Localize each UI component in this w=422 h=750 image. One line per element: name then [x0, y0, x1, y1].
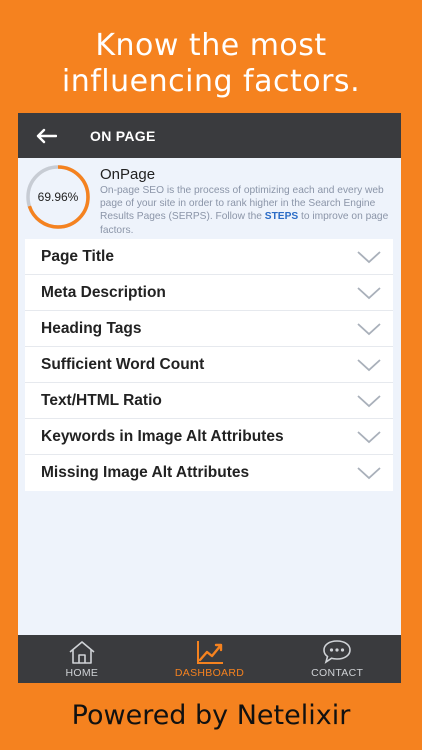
- factor-item-word-count[interactable]: Sufficient Word Count: [25, 347, 393, 383]
- app-screen: ON PAGE 69.96% OnPage On-page SEO is the…: [18, 113, 401, 683]
- factor-label: Sufficient Word Count: [41, 355, 205, 373]
- nav-item-home[interactable]: HOME: [18, 635, 146, 683]
- chart-trend-icon: [196, 641, 223, 664]
- page-title: ON PAGE: [90, 127, 156, 144]
- factor-item-text-html-ratio[interactable]: Text/HTML Ratio: [25, 383, 393, 419]
- bottom-nav: HOME DASHBOARD CONTACT: [18, 635, 401, 683]
- chevron-down-icon[interactable]: [357, 394, 381, 408]
- factor-label: Keywords in Image Alt Attributes: [41, 427, 284, 445]
- promo-title: Know the most influencing factors.: [0, 28, 422, 100]
- chevron-down-icon[interactable]: [357, 358, 381, 372]
- home-icon: [69, 641, 95, 664]
- factor-label: Page Title: [41, 247, 114, 265]
- app-bar: ON PAGE: [18, 113, 401, 158]
- factor-item-image-alt-keywords[interactable]: Keywords in Image Alt Attributes: [25, 419, 393, 455]
- arrow-left-icon[interactable]: [24, 113, 68, 158]
- factor-item-meta-description[interactable]: Meta Description: [25, 275, 393, 311]
- nav-label: DASHBOARD: [174, 667, 245, 679]
- factor-label: Text/HTML Ratio: [41, 391, 162, 409]
- nav-label: CONTACT: [311, 667, 364, 679]
- chevron-down-icon[interactable]: [357, 286, 381, 300]
- factor-label: Missing Image Alt Attributes: [41, 464, 250, 481]
- nav-label: HOME: [65, 667, 99, 679]
- score-value: 69.96%: [37, 190, 79, 204]
- promo-line-2: influencing factors.: [61, 64, 361, 99]
- factor-list: Page Title Meta Description Heading Tags…: [25, 239, 393, 491]
- nav-item-contact[interactable]: CONTACT: [273, 635, 401, 683]
- chevron-down-icon[interactable]: [357, 250, 381, 264]
- chevron-down-icon[interactable]: [357, 322, 381, 336]
- onpage-summary: 69.96% OnPage On-page SEO is the process…: [18, 158, 401, 236]
- chevron-down-icon[interactable]: [357, 466, 381, 480]
- summary-title: OnPage: [100, 166, 156, 183]
- factor-item-page-title[interactable]: Page Title: [25, 239, 393, 275]
- factor-label: Heading Tags: [41, 319, 142, 337]
- promo-line-1: Know the most: [95, 28, 327, 63]
- factor-item-heading-tags[interactable]: Heading Tags: [25, 311, 393, 347]
- steps-link[interactable]: STEPS: [265, 211, 298, 222]
- nav-item-dashboard[interactable]: DASHBOARD: [146, 635, 274, 683]
- summary-description: On-page SEO is the process of optimizing…: [100, 184, 390, 237]
- factor-item-missing-image-alt[interactable]: Missing Image Alt Attributes: [25, 455, 393, 491]
- chevron-down-icon[interactable]: [357, 430, 381, 444]
- factor-label: Meta Description: [41, 283, 166, 301]
- chat-bubble-icon: [323, 640, 351, 664]
- footer-credit: Powered by Netelixir: [71, 700, 351, 731]
